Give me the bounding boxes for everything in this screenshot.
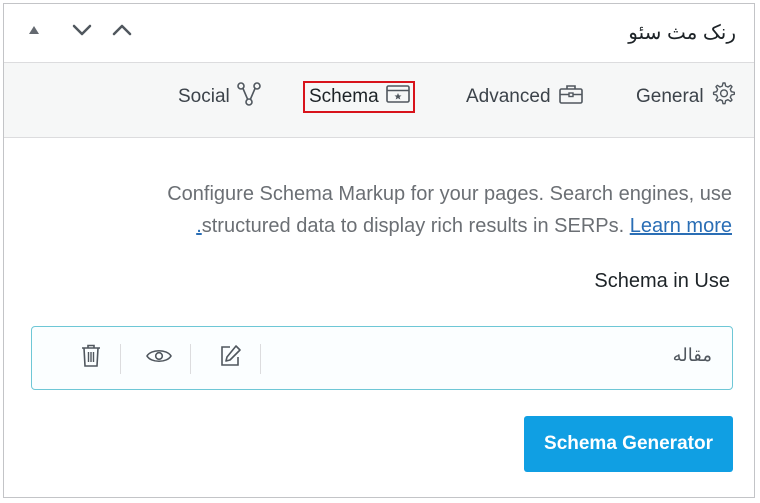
share-nodes-icon	[236, 81, 262, 113]
move-down-button[interactable]	[68, 18, 96, 46]
trash-icon	[80, 343, 102, 374]
gear-icon	[710, 81, 736, 113]
move-up-button[interactable]	[20, 18, 48, 46]
panel-header: رنک مث سئو	[4, 4, 754, 63]
divider	[190, 344, 191, 374]
delete-schema-button[interactable]	[73, 341, 109, 375]
chevron-up-icon	[111, 22, 133, 43]
schema-generator-button[interactable]: Schema Generator	[524, 416, 733, 472]
chevron-down-icon	[71, 22, 93, 43]
tab-advanced[interactable]: Advanced	[460, 83, 585, 111]
divider	[260, 344, 261, 374]
edit-schema-button[interactable]	[212, 341, 248, 375]
tab-bar: Social Schema Advanced General	[4, 63, 754, 138]
schema-description-line2: .structured data to display rich results…	[44, 210, 732, 242]
description-text: structured data to display rich results …	[201, 215, 625, 237]
schema-item: مقاله	[31, 326, 733, 390]
tab-label: Schema	[309, 86, 379, 107]
schema-window-icon	[385, 83, 411, 111]
tab-schema[interactable]: Schema	[303, 81, 415, 113]
tab-general[interactable]: General	[630, 81, 736, 113]
preview-schema-button[interactable]	[141, 341, 177, 375]
schema-item-name: مقاله	[672, 345, 712, 365]
eye-icon	[145, 346, 173, 371]
panel-title: رنک مث سئو	[628, 22, 736, 44]
schema-in-use-title: Schema in Use	[594, 270, 730, 292]
tab-social[interactable]: Social	[172, 81, 262, 113]
tab-label: Social	[178, 86, 230, 107]
triangle-up-icon	[27, 23, 41, 41]
divider	[120, 344, 121, 374]
rank-math-panel: رنک مث سئو Social Schema Advanced Genera…	[3, 3, 755, 498]
edit-icon	[217, 343, 243, 374]
tab-label: General	[636, 86, 704, 107]
collapse-button[interactable]	[108, 18, 136, 46]
tab-label: Advanced	[466, 86, 551, 107]
learn-more-link[interactable]: Learn more	[630, 215, 732, 237]
schema-description-line1: Configure Schema Markup for your pages. …	[167, 183, 732, 205]
toolbox-icon	[557, 82, 585, 112]
